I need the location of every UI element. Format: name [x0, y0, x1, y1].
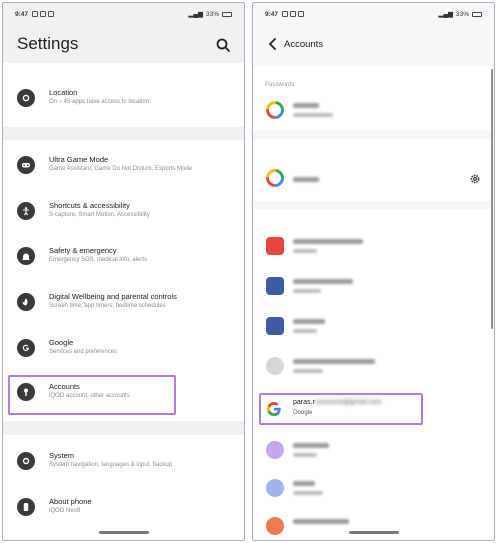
- blurred-text: [293, 289, 321, 293]
- app-icon: [266, 479, 284, 497]
- status-bar: 9:47 ▂▄▆ 33%: [253, 3, 494, 25]
- item-title: System: [49, 451, 75, 460]
- signal-icon: ▂▄▆: [438, 11, 453, 18]
- settings-item-system[interactable]: System System navigation, languages & in…: [3, 442, 244, 482]
- gear-icon[interactable]: [469, 173, 481, 185]
- account-item[interactable]: [253, 225, 493, 269]
- item-subtitle: Screen time, app timers, bedtime schedul…: [49, 303, 166, 309]
- blurred-text: [293, 103, 319, 108]
- account-highlight: [259, 393, 423, 425]
- facebook-icon: [266, 317, 284, 335]
- app-icon: [266, 517, 284, 535]
- password-manager-item[interactable]: [253, 91, 493, 129]
- settings-item-safety-emergency[interactable]: Safety & emergency Emergency SOS, medica…: [3, 237, 244, 277]
- accounts-screen: 9:47 ▂▄▆ 33% Accounts Passwords paras.rx…: [252, 2, 495, 541]
- item-subtitle: System navigation, languages & input, ba…: [49, 462, 173, 468]
- settings-item-ultra-game-mode[interactable]: Ultra Game Mode Game Assistant, Game Do …: [3, 146, 244, 186]
- battery-icon: [472, 11, 482, 17]
- blurred-text: [293, 329, 317, 333]
- search-icon[interactable]: [215, 37, 231, 53]
- blurred-text: [293, 519, 349, 524]
- facebook-icon: [266, 277, 284, 295]
- wellbeing-icon: [17, 293, 35, 311]
- status-time: 9:47: [265, 10, 279, 18]
- back-arrow-icon[interactable]: [266, 37, 280, 51]
- item-subtitle: Game Assistant, Game Do Not Disturb, Esp…: [49, 166, 193, 172]
- item-title: Safety & emergency: [49, 246, 117, 255]
- item-subtitle: iQOO Neo9: [49, 508, 81, 514]
- blurred-text: [293, 491, 323, 495]
- blurred-text: [293, 319, 325, 324]
- account-item[interactable]: [253, 265, 493, 309]
- google-logo-icon: [266, 101, 284, 119]
- settings-screen: 9:47 ▂▄▆ 33% Settings Location On – 45 a…: [2, 2, 245, 541]
- item-title: About phone: [49, 497, 92, 506]
- sync-item[interactable]: [253, 159, 493, 199]
- settings-item-shortcuts-accessibility[interactable]: Shortcuts & accessibility S-capture, Sma…: [3, 192, 244, 232]
- app-icon: [266, 237, 284, 255]
- blurred-text: [293, 481, 315, 486]
- account-item[interactable]: [253, 505, 493, 540]
- item-title: Shortcuts & accessibility: [49, 201, 130, 210]
- blurred-text: [293, 249, 317, 253]
- phone-icon: [17, 498, 35, 516]
- gesture-bar[interactable]: [348, 531, 399, 534]
- page-title: Accounts: [284, 39, 324, 50]
- blurred-text: [293, 239, 363, 244]
- emergency-icon: [17, 247, 35, 265]
- app-icon: [266, 441, 284, 459]
- notification-icons: [32, 11, 55, 17]
- settings-item-digital-wellbeing[interactable]: Digital Wellbeing and parental controls …: [3, 283, 244, 323]
- notification-icons: [282, 11, 305, 17]
- status-bar: 9:47 ▂▄▆ 33%: [3, 3, 244, 25]
- location-icon: [17, 89, 35, 107]
- blurred-text: [293, 453, 317, 457]
- settings-item-google[interactable]: Google Services and preferences: [3, 329, 244, 369]
- blurred-text: [293, 113, 333, 117]
- gesture-bar[interactable]: [98, 531, 149, 534]
- scrollbar[interactable]: [491, 69, 493, 329]
- settings-item-location[interactable]: Location On – 45 apps have access to loc…: [3, 79, 244, 119]
- battery-percent: 33%: [455, 10, 469, 18]
- section-label-passwords: Passwords: [265, 82, 295, 88]
- item-subtitle: S-capture, Smart Motion, Accessibility: [49, 212, 150, 218]
- gamepad-icon: [17, 156, 35, 174]
- settings-item-about-phone[interactable]: About phone iQOO Neo9: [3, 488, 244, 528]
- blurred-text: [293, 279, 353, 284]
- google-logo-icon: [266, 357, 284, 375]
- battery-icon: [222, 11, 232, 17]
- account-item[interactable]: [253, 345, 493, 389]
- accessibility-icon: [17, 202, 35, 220]
- item-title: Digital Wellbeing and parental controls: [49, 292, 177, 301]
- item-title: Ultra Game Mode: [49, 155, 109, 164]
- account-item[interactable]: [253, 305, 493, 349]
- blurred-text: [293, 359, 375, 364]
- blurred-text: [293, 369, 323, 373]
- blurred-text: [293, 177, 319, 182]
- item-subtitle: Emergency SOS, medical info, alerts: [49, 257, 148, 263]
- system-icon: [17, 452, 35, 470]
- blurred-text: [293, 443, 329, 448]
- battery-percent: 33%: [205, 10, 219, 18]
- item-subtitle: On – 45 apps have access to location: [49, 99, 150, 105]
- item-subtitle: Services and preferences: [49, 349, 118, 355]
- signal-icon: ▂▄▆: [188, 11, 203, 18]
- accounts-highlight: [8, 375, 176, 415]
- google-logo-icon: [266, 169, 284, 187]
- item-title: Google: [49, 338, 74, 347]
- item-title: Location: [49, 88, 78, 97]
- page-title: Settings: [17, 34, 79, 53]
- google-icon: [17, 339, 35, 357]
- status-time: 9:47: [15, 10, 29, 18]
